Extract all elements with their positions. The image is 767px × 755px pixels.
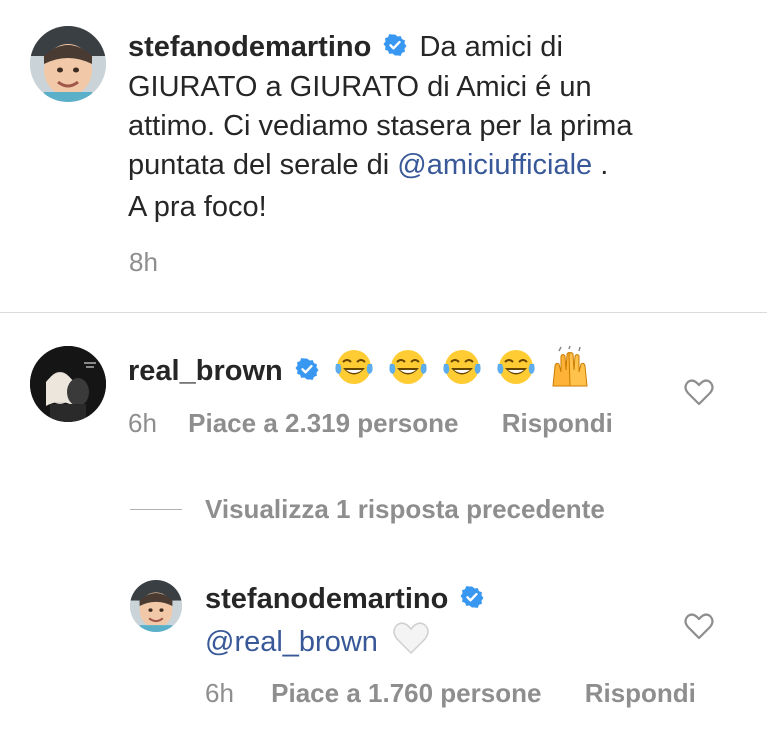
caption-text-part1: Da amici di	[419, 31, 563, 63]
comment1-header: real_brown	[128, 345, 595, 399]
heart-outline-icon	[684, 613, 714, 640]
view-replies-button[interactable]: Visualizza 1 risposta precedente	[205, 492, 605, 526]
verified-badge-icon	[295, 353, 319, 392]
caption-line4-prefix: puntata del serale di	[128, 148, 398, 181]
comment1-time: 6h	[128, 408, 157, 438]
reply1-like-button[interactable]	[684, 612, 714, 640]
caption-line4-suffix: .	[592, 148, 609, 181]
reply1-reply-button[interactable]: Rispondi	[585, 678, 696, 708]
comment1-username[interactable]: real_brown	[128, 355, 283, 387]
raising-hands-icon	[549, 345, 591, 399]
reply1-time: 6h	[205, 678, 234, 708]
comment1-emojis	[333, 345, 595, 387]
reply1-username[interactable]: stefanodemartino	[205, 583, 448, 615]
verified-badge-icon	[383, 29, 407, 68]
avatar-photo-icon	[130, 580, 182, 632]
caption-line5: A pra foco!	[128, 190, 267, 223]
reply-avatar[interactable]	[130, 580, 182, 632]
comment1-like-button[interactable]	[684, 378, 714, 406]
face-with-tears-of-joy-icon	[495, 347, 537, 398]
caption-avatar[interactable]	[30, 26, 106, 102]
verified-badge-icon	[460, 581, 484, 620]
view-replies-line	[130, 509, 182, 510]
caption-line3: attimo. Ci vediamo stasera per la prima	[128, 109, 633, 142]
avatar-photo-icon	[30, 346, 106, 422]
caption-username[interactable]: stefanodemartino	[128, 31, 371, 63]
reply1-body: stefanodemartino @real_brown	[205, 580, 484, 667]
caption-text: stefanodemartino Da amici di GIURATO a G…	[128, 28, 748, 227]
reply1-likes-link[interactable]: Piace a 1.760 persone	[271, 678, 541, 708]
caption-line2: GIURATO a GIURATO di Amici é un	[128, 70, 592, 103]
reply1-mention-link[interactable]: @real_brown	[205, 626, 378, 658]
face-with-tears-of-joy-icon	[441, 347, 483, 398]
avatar-photo-icon	[30, 26, 106, 102]
face-with-tears-of-joy-icon	[387, 347, 429, 398]
reply1-meta: 6h Piace a 1.760 persone Rispondi	[205, 676, 696, 710]
comment-avatar-real-brown[interactable]	[30, 346, 106, 422]
comment1-meta: 6h Piace a 2.319 persone Rispondi	[128, 406, 613, 440]
caption-time: 8h	[129, 247, 158, 277]
caption-mention-link[interactable]: @amiciufficiale	[397, 149, 592, 181]
comment1-likes-link[interactable]: Piace a 2.319 persone	[188, 408, 458, 438]
white-heart-icon	[392, 620, 430, 667]
face-with-tears-of-joy-icon	[333, 347, 375, 398]
divider	[0, 312, 767, 313]
comment1-reply-button[interactable]: Rispondi	[502, 408, 613, 438]
heart-outline-icon	[684, 379, 714, 406]
